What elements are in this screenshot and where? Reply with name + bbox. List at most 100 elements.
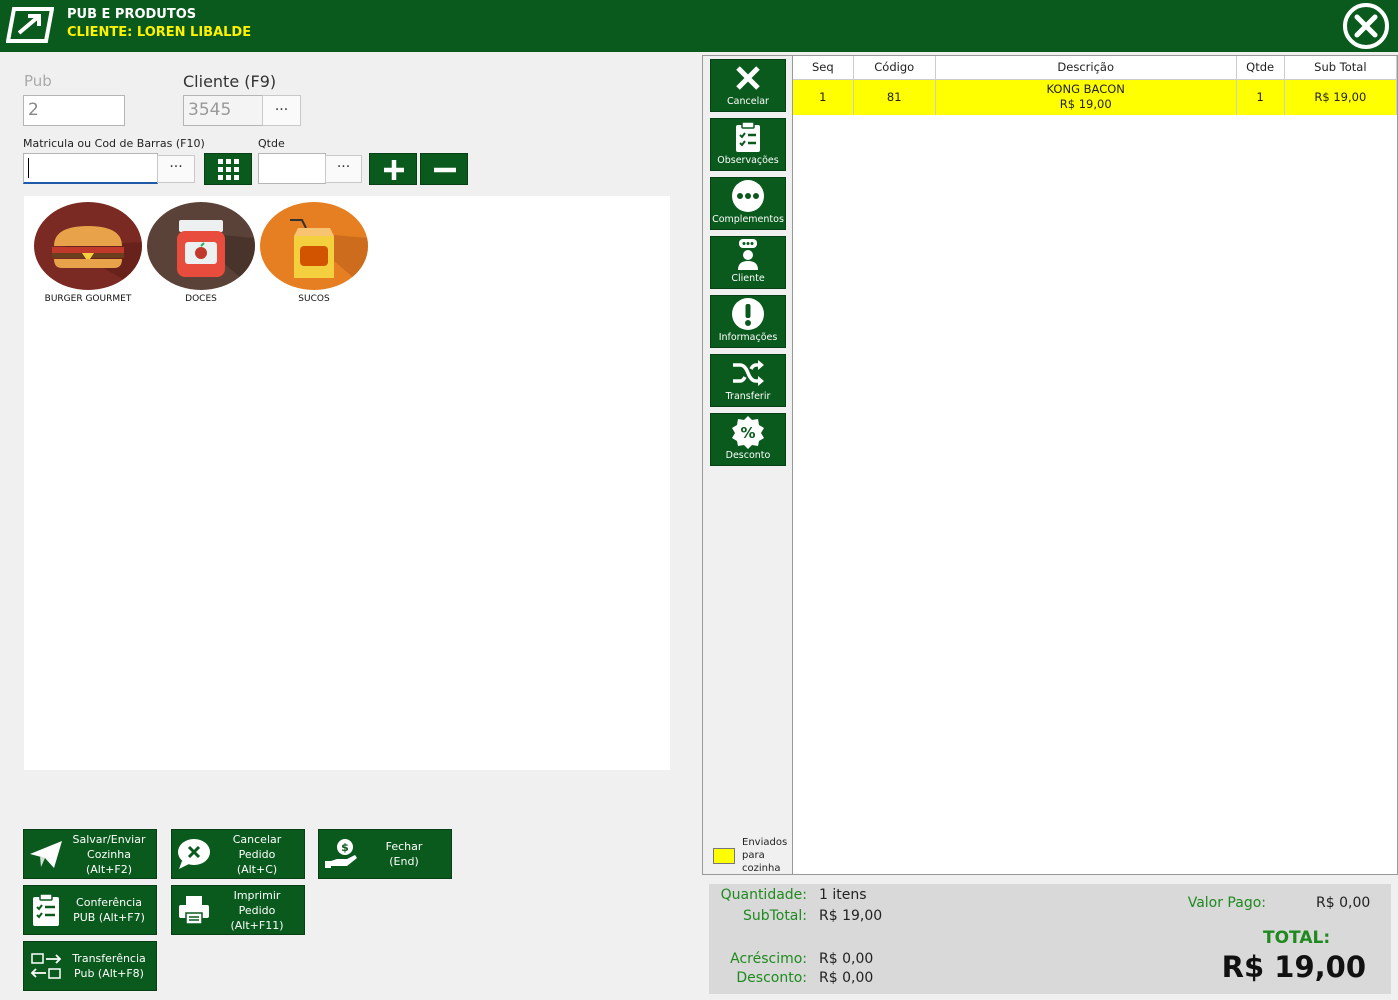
conference-button[interactable]: Conferência PUB (Alt+F7) — [23, 885, 157, 935]
column-header-descricao[interactable]: Descrição — [935, 56, 1237, 80]
side-button-label: Informações — [718, 332, 778, 343]
print-order-button[interactable]: Imprimir Pedido (Alt+F11) — [171, 885, 305, 935]
side-observations-button[interactable]: Observações — [710, 118, 786, 171]
category-burger-gourmet[interactable]: BURGER GOURMET — [32, 202, 144, 304]
x-icon — [711, 60, 785, 96]
column-header-seq[interactable]: Seq — [793, 56, 854, 80]
valor-pago-value: R$ 0,00 — [1316, 895, 1371, 911]
acrescimo-label: Acréscimo: — [730, 951, 807, 967]
close-icon[interactable] — [1338, 3, 1394, 49]
category-label: SUCOS — [298, 294, 330, 304]
keypad-button[interactable] — [204, 153, 252, 185]
increase-button[interactable] — [369, 153, 417, 185]
column-header-codigo[interactable]: Código — [853, 56, 936, 80]
button-label: Transferência — [72, 952, 146, 965]
burger-icon — [34, 202, 142, 290]
printer-icon — [172, 887, 216, 933]
matricula-label: Matricula ou Cod de Barras (F10) — [23, 137, 205, 150]
matricula-input[interactable] — [23, 153, 158, 184]
plus-icon — [384, 160, 404, 180]
legend-swatch — [713, 848, 735, 864]
quantidade-label: Quantidade: — [720, 887, 807, 903]
text-cursor — [28, 158, 29, 178]
button-shortcut: (End) — [389, 855, 419, 868]
button-shortcut: (Alt+F11) — [230, 918, 284, 932]
send-kitchen-button[interactable]: Salvar/Enviar Cozinha (Alt+F2) — [23, 829, 157, 879]
side-button-label: Observações — [717, 155, 779, 166]
shuffle-icon — [711, 355, 785, 391]
side-complements-button[interactable]: Complementos — [710, 177, 786, 230]
table-row[interactable]: 1 81 KONG BACON R$ 19,00 1 R$ 19,00 — [793, 79, 1398, 115]
legend-line: Enviados — [742, 837, 788, 848]
svg-text:$: $ — [341, 841, 349, 854]
app-logo-icon — [6, 7, 54, 43]
button-label: Salvar/Enviar — [72, 832, 146, 846]
side-button-label: Transferir — [725, 391, 771, 402]
desconto-label: Desconto: — [736, 970, 807, 986]
button-shortcut: Cozinha (Alt+F2) — [85, 847, 133, 876]
cell-qtde: 1 — [1236, 79, 1285, 115]
subtotal-value: R$ 19,00 — [819, 908, 883, 924]
category-sucos[interactable]: SUCOS — [258, 202, 370, 304]
category-doces[interactable]: DOCES — [145, 202, 257, 304]
side-discount-button[interactable]: % Desconto — [710, 413, 786, 466]
column-header-qtde[interactable]: Qtde — [1236, 56, 1285, 80]
transfer-pub-button[interactable]: Transferência Pub (Alt+F8) — [23, 941, 157, 991]
quantidade-value: 1 itens — [819, 887, 867, 903]
side-button-label: Cliente — [731, 273, 765, 284]
decrease-button[interactable] — [420, 153, 468, 185]
pub-label: Pub — [24, 72, 52, 90]
qtde-label: Qtde — [258, 137, 285, 150]
cell-seq: 1 — [793, 79, 854, 115]
order-panel: Cancelar Observações Complementos Client… — [702, 55, 1398, 875]
valor-pago-label: Valor Pago: — [1187, 895, 1266, 911]
button-shortcut: Pub (Alt+F8) — [74, 967, 144, 980]
legend-line: para — [742, 850, 765, 861]
exclamation-circle-icon — [711, 296, 785, 332]
category-panel: BURGER GOURMET DOCES SUCOS — [24, 196, 670, 770]
total-label: TOTAL: — [1263, 928, 1331, 948]
qtde-input[interactable] — [258, 153, 326, 184]
side-info-button[interactable]: Informações — [710, 295, 786, 348]
button-label: Cancelar Pedido — [232, 832, 282, 861]
clipboard-check-icon — [24, 887, 68, 933]
side-button-label: Desconto — [725, 450, 771, 461]
close-order-button[interactable]: $ Fechar (End) — [318, 829, 452, 879]
juice-box-icon — [260, 202, 368, 290]
side-button-label: Complementos — [712, 214, 784, 225]
cancel-order-button[interactable]: Cancelar Pedido (Alt+C) — [171, 829, 305, 879]
pub-field[interactable]: 2 — [23, 95, 125, 126]
side-cancel-button[interactable]: Cancelar — [710, 59, 786, 112]
grid-header-row: Seq Código Descrição Qtde Sub Total — [793, 56, 1398, 80]
button-label: Fechar — [385, 840, 423, 853]
transfer-arrows-icon — [24, 943, 68, 989]
button-shortcut: (Alt+C) — [236, 862, 278, 876]
page-title: PUB E PRODUTOS — [67, 7, 197, 22]
item-price: R$ 19,00 — [1059, 97, 1112, 112]
client-field[interactable]: 3545 — [183, 95, 263, 126]
matricula-search-button[interactable]: ··· — [157, 155, 195, 183]
client-search-button[interactable]: ··· — [262, 95, 301, 126]
acrescimo-value: R$ 0,00 — [819, 951, 874, 967]
button-label: Conferência — [76, 896, 142, 909]
button-label: Imprimir Pedido — [233, 888, 281, 917]
header-bar: PUB E PRODUTOS CLIENTE: LOREN LIBALDE — [0, 0, 1398, 52]
side-transfer-button[interactable]: Transferir — [710, 354, 786, 407]
order-items-grid[interactable]: Seq Código Descrição Qtde Sub Total 1 81… — [792, 56, 1398, 874]
client-label: Cliente (F9) — [183, 72, 277, 91]
side-client-button[interactable]: Cliente — [710, 236, 786, 289]
user-chat-icon — [711, 237, 785, 273]
paper-plane-icon — [24, 831, 68, 877]
item-name: KONG BACON — [1046, 82, 1125, 97]
qtde-search-button[interactable]: ··· — [325, 155, 362, 183]
legend-text: Enviados para cozinha — [742, 836, 787, 875]
jam-jar-icon — [147, 202, 255, 290]
svg-text:%: % — [740, 424, 755, 442]
clipboard-check-icon — [711, 119, 785, 155]
ellipsis-circle-icon — [711, 178, 785, 214]
column-header-subtotal[interactable]: Sub Total — [1284, 56, 1398, 80]
category-label: DOCES — [185, 294, 217, 304]
client-name-title: CLIENTE: LOREN LIBALDE — [67, 25, 252, 40]
button-shortcut: PUB (Alt+F7) — [73, 911, 145, 924]
minus-icon — [434, 167, 456, 173]
